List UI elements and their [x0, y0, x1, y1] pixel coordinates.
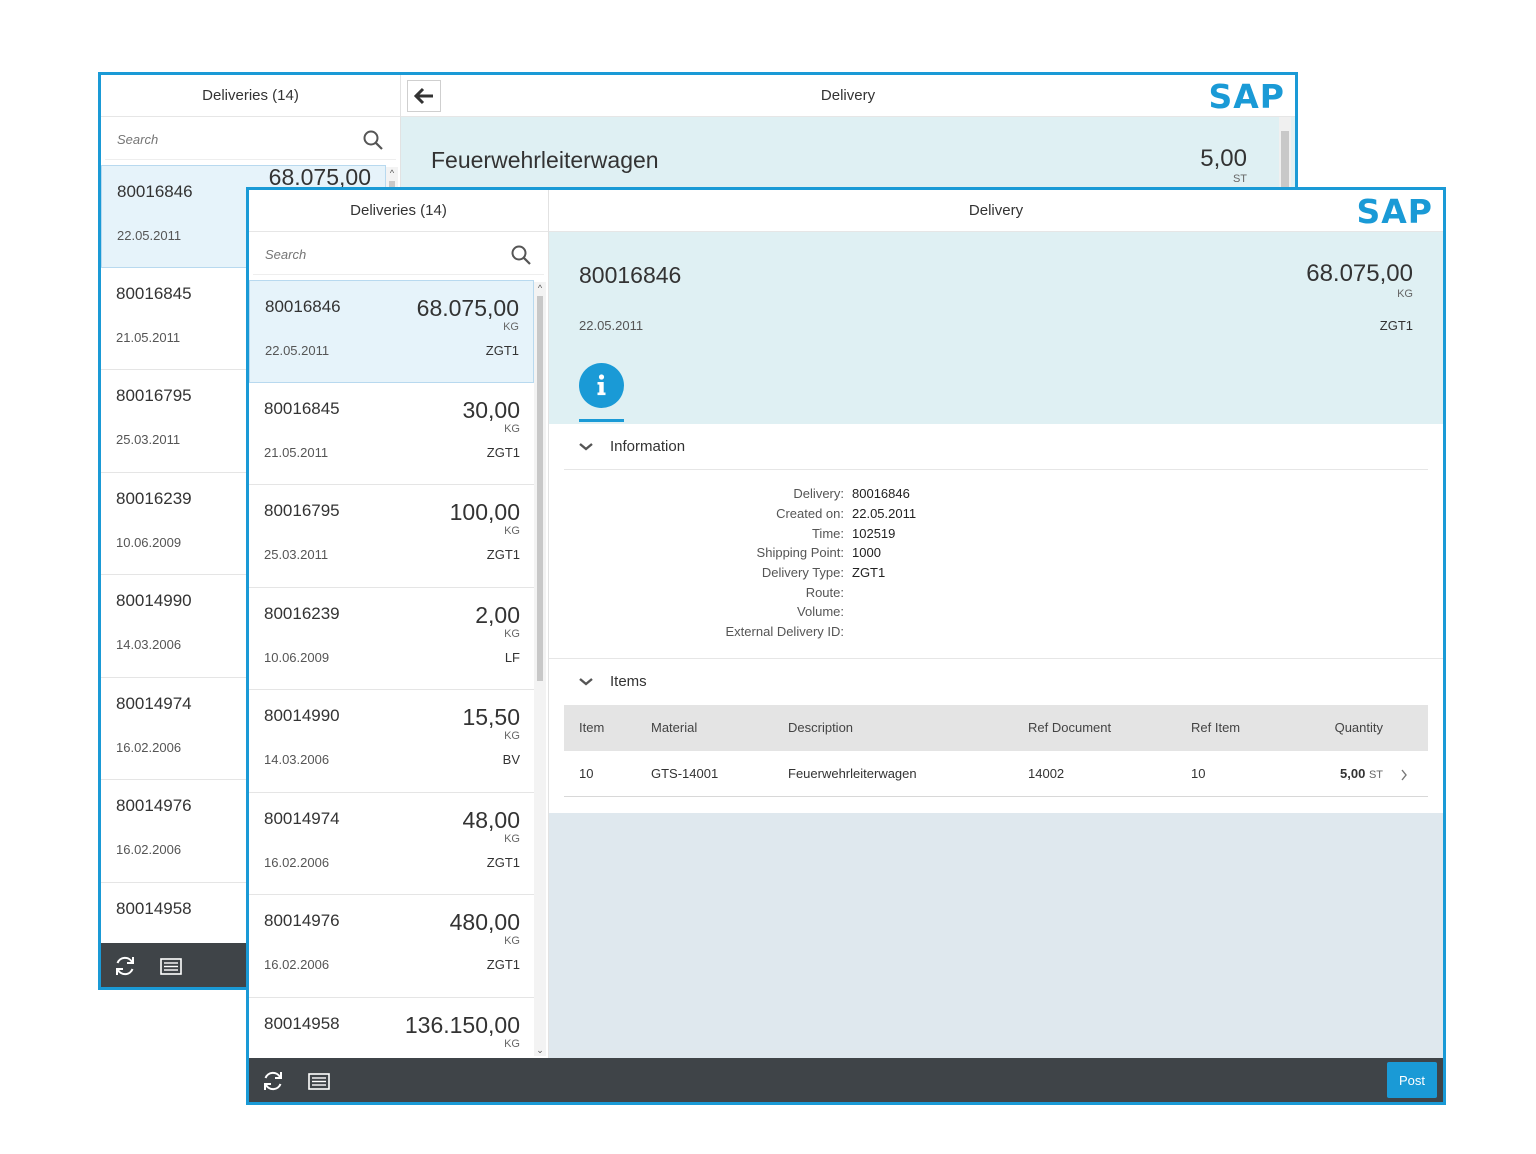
- list-item[interactable]: 80014990 15,50 KG 14.03.2006 BV: [249, 690, 534, 793]
- detail-title: Delivery: [968, 202, 1024, 219]
- back-detail-title: Delivery: [820, 87, 876, 104]
- footer-toolbar: Post: [249, 1058, 1443, 1102]
- back-button[interactable]: [407, 80, 441, 112]
- search-icon[interactable]: [362, 129, 384, 151]
- list-item[interactable]: 80016845 30,00 KG 21.05.2011 ZGT1: [249, 382, 534, 485]
- object-header: 80016846 68.075,00 KG 22.05.2011 ZGT1: [549, 232, 1443, 424]
- column-header: Quantity: [1296, 704, 1428, 751]
- refresh-icon[interactable]: [113, 954, 137, 978]
- scroll-down-icon[interactable]: ⌄: [534, 1044, 546, 1056]
- sap-logo: SAP: [1356, 192, 1433, 231]
- detail-pane: Delivery SAP 80016846 68.075,00 KG 22.05…: [549, 190, 1443, 1058]
- list-item[interactable]: 80016795 100,00 KG 25.03.2011 ZGT1: [249, 485, 534, 588]
- object-number: 68.075,00: [1306, 260, 1413, 287]
- column-header: Item: [564, 704, 636, 751]
- search-box: [253, 235, 544, 275]
- table-row[interactable]: 10 GTS-14001 Feuerwehrleiterwagen 14002 …: [564, 750, 1428, 797]
- tab-information[interactable]: [579, 363, 624, 408]
- back-object-unit: ST: [1232, 173, 1247, 185]
- list-item[interactable]: 80016846 68.075,00 KG 22.05.2011 ZGT1: [249, 280, 534, 383]
- back-search-box: [105, 120, 396, 160]
- column-header: Material: [636, 704, 773, 751]
- list-item[interactable]: 80016239 2,00 KG 10.06.2009 LF: [249, 587, 534, 690]
- column-header: Ref Item: [1176, 704, 1296, 751]
- back-search-input[interactable]: [105, 132, 345, 147]
- list-icon[interactable]: [159, 954, 183, 978]
- back-object-title: Feuerwehrleiterwagen: [431, 147, 659, 173]
- back-master-title: Deliveries (14): [101, 75, 400, 117]
- object-unit: KG: [1397, 288, 1413, 300]
- items-section-header[interactable]: Items: [564, 659, 1428, 705]
- list-scrollbar[interactable]: ^ ⌄: [534, 282, 546, 1056]
- information-section-header[interactable]: Information: [564, 424, 1428, 470]
- object-type: ZGT1: [1379, 318, 1413, 333]
- information-form: Delivery: 80016846 Created on: 22.05.2011 …: [725, 486, 917, 640]
- column-header: Description: [773, 704, 1013, 751]
- back-object-number: 5,00: [1200, 145, 1247, 172]
- chevron-down-icon: [579, 677, 593, 686]
- items-table: Item Material Description Ref Document R…: [564, 704, 1428, 797]
- items-section: Items Item Material Description Ref Docu…: [549, 657, 1443, 813]
- sap-logo: SAP: [1208, 77, 1285, 116]
- list-item[interactable]: 80014976 480,00 KG 16.02.2006 ZGT1: [249, 895, 534, 998]
- search-input[interactable]: [253, 247, 493, 262]
- information-section: Information Delivery: 80016846 Created on…: [549, 424, 1443, 658]
- list-icon[interactable]: [307, 1069, 331, 1093]
- master-pane: Deliveries (14) 8001684668.075,00KG22.05…: [249, 190, 549, 1102]
- column-header: Ref Document: [1013, 704, 1176, 751]
- chevron-right-icon[interactable]: [1400, 769, 1408, 781]
- object-date: 22.05.2011: [579, 318, 644, 333]
- delivery-list: 80016846 68.075,00 KG 22.05.2011 ZGT1 800168…: [249, 280, 534, 1058]
- search-icon[interactable]: [510, 244, 532, 266]
- list-item[interactable]: 80014974 48,00 KG 16.02.2006 ZGT1: [249, 792, 534, 895]
- scroll-up-icon[interactable]: ^: [534, 282, 546, 294]
- list-item[interactable]: 80014958 136.150,00 KG: [249, 997, 534, 1058]
- tab-selection-indicator: [579, 419, 624, 422]
- chevron-down-icon: [579, 442, 593, 451]
- refresh-icon[interactable]: [261, 1069, 285, 1093]
- post-button[interactable]: Post: [1387, 1062, 1437, 1098]
- scroll-up-icon[interactable]: ^: [386, 167, 398, 179]
- master-title: Deliveries (14): [249, 190, 548, 232]
- info-icon: [597, 374, 606, 396]
- object-title: 80016846: [579, 262, 682, 288]
- back-arrow-icon: [413, 87, 433, 105]
- front-window: Deliveries (14) 8001684668.075,00KG22.05…: [246, 187, 1446, 1105]
